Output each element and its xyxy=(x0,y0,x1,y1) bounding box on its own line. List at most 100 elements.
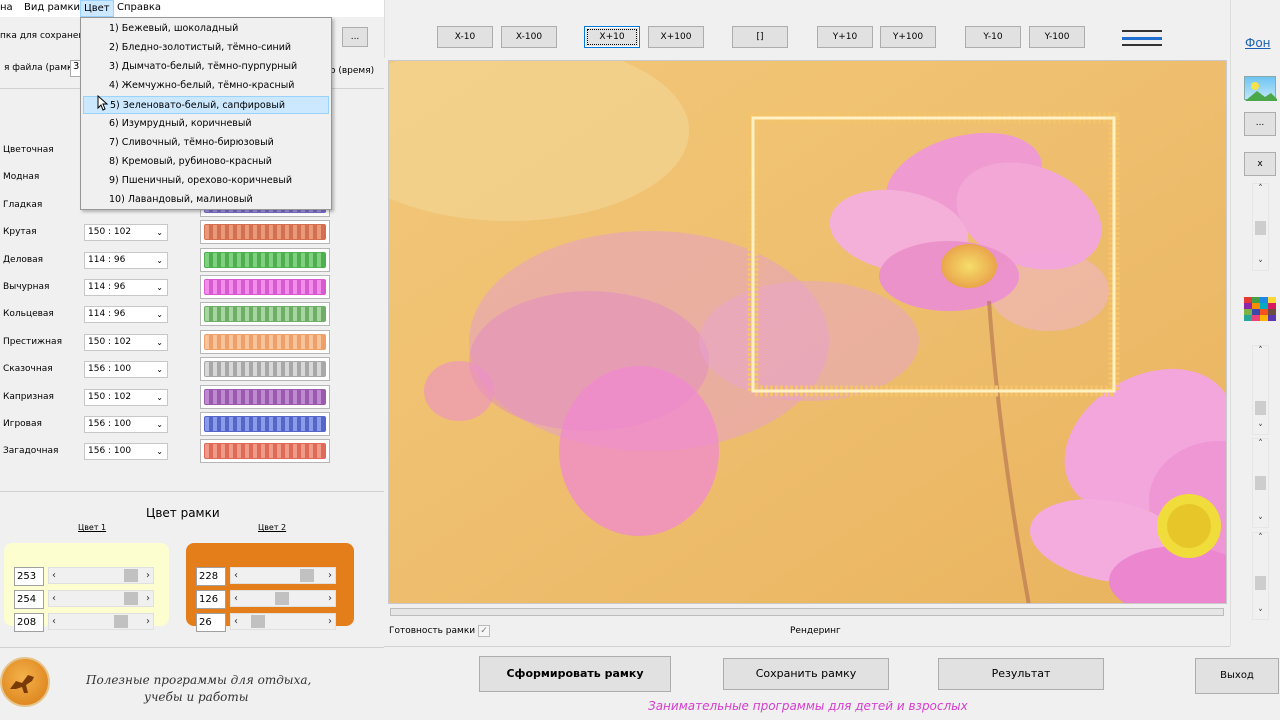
menu-item-help[interactable]: Справка xyxy=(117,2,161,13)
style-preview-swatch[interactable] xyxy=(200,275,330,299)
chevron-left-icon[interactable]: ‹ xyxy=(52,614,56,629)
style-preview-swatch[interactable] xyxy=(200,412,330,436)
chevron-down-icon[interactable]: ˅ xyxy=(1253,609,1268,619)
rgb-slider[interactable]: ‹ › xyxy=(48,613,154,630)
chevron-down-icon[interactable]: ˅ xyxy=(1253,260,1268,270)
move-button[interactable]: Y-10 xyxy=(965,26,1021,48)
build-frame-button[interactable]: Сформировать рамку xyxy=(479,656,671,692)
menu-item-frame-view[interactable]: Вид рамки xyxy=(24,2,80,13)
vertical-scrollbar[interactable]: ˄ ˅ xyxy=(1252,532,1269,620)
chevron-right-icon[interactable]: › xyxy=(146,591,150,606)
chevron-right-icon[interactable]: › xyxy=(146,568,150,583)
scroll-thumb[interactable] xyxy=(1255,476,1266,490)
color-scheme-item[interactable]: 6) Изумрудный, коричневый xyxy=(83,115,329,133)
browse-folder-button[interactable]: ... xyxy=(342,27,368,47)
chevron-up-icon[interactable]: ˄ xyxy=(1253,439,1268,449)
move-button[interactable]: Y-100 xyxy=(1029,26,1085,48)
color-scheme-item[interactable]: 9) Пшеничный, орехово-коричневый xyxy=(83,172,329,190)
rgb-value-field[interactable]: 254 xyxy=(14,590,44,609)
line-thickness-icon[interactable] xyxy=(1114,26,1170,48)
palette-icon[interactable] xyxy=(1244,297,1276,321)
style-size-select[interactable]: 156 : 100 ⌄ xyxy=(84,361,168,379)
chevron-down-icon[interactable]: ˅ xyxy=(1253,517,1268,527)
style-size-select[interactable]: 114 : 96 ⌄ xyxy=(84,306,168,324)
color-scheme-item[interactable]: 5) Зеленовато-белый, сапфировый xyxy=(83,96,329,114)
chevron-right-icon[interactable]: › xyxy=(328,568,332,583)
chevron-up-icon[interactable]: ˄ xyxy=(1253,184,1268,194)
menu-item-color[interactable]: Цвет xyxy=(80,0,114,17)
style-size-select[interactable]: 156 : 100 ⌄ xyxy=(84,416,168,433)
move-button[interactable]: Y+100 xyxy=(880,26,936,48)
background-label[interactable]: Фон xyxy=(1245,36,1271,50)
rgb-value-field[interactable]: 26 xyxy=(196,613,226,632)
style-size-select[interactable]: 150 : 102 ⌄ xyxy=(84,224,168,242)
rgb-slider[interactable]: ‹ › xyxy=(230,567,336,584)
color-scheme-item[interactable]: 10) Лавандовый, малиновый xyxy=(83,191,329,209)
style-preview-swatch[interactable] xyxy=(200,384,330,409)
vertical-scrollbar[interactable]: ˄ ˅ xyxy=(1252,438,1269,528)
color-scheme-item[interactable]: 3) Дымчато-белый, тёмно-пурпурный xyxy=(83,58,329,76)
color-scheme-item[interactable]: 8) Кремовый, рубиново-красный xyxy=(83,153,329,171)
style-preview-swatch[interactable] xyxy=(200,329,330,354)
slider-thumb[interactable] xyxy=(124,569,139,582)
rgb-value-field[interactable]: 126 xyxy=(196,590,226,609)
frame-ready-checkbox[interactable]: ✓ xyxy=(478,625,490,637)
rgb-slider[interactable]: ‹ › xyxy=(48,590,154,607)
rgb-value-field[interactable]: 253 xyxy=(14,567,44,586)
chevron-left-icon[interactable]: ‹ xyxy=(234,591,238,606)
move-button[interactable]: Y+10 xyxy=(817,26,873,48)
slider-thumb[interactable] xyxy=(300,569,315,582)
style-size-select[interactable]: 156 : 100 ⌄ xyxy=(84,443,168,461)
slider-thumb[interactable] xyxy=(113,615,128,628)
slider-thumb[interactable] xyxy=(275,592,290,605)
save-frame-button[interactable]: Сохранить рамку xyxy=(723,658,889,690)
slider-thumb[interactable] xyxy=(124,592,139,605)
move-button[interactable]: [] xyxy=(732,26,788,48)
style-size-select[interactable]: 150 : 102 ⌄ xyxy=(84,333,168,351)
rgb-slider[interactable]: ‹ › xyxy=(230,590,336,607)
chevron-left-icon[interactable]: ‹ xyxy=(234,568,238,583)
move-button[interactable]: X+10 xyxy=(584,26,640,48)
style-size-select[interactable]: 114 : 96 ⌄ xyxy=(84,251,168,269)
slider-thumb[interactable] xyxy=(251,615,266,628)
color-scheme-item[interactable]: 2) Бледно-золотистый, тёмно-синий xyxy=(83,39,329,57)
move-button[interactable]: X-100 xyxy=(501,26,557,48)
chevron-right-icon[interactable]: › xyxy=(146,614,150,629)
move-button[interactable]: X+100 xyxy=(648,26,704,48)
style-size-select[interactable]: 114 : 96 ⌄ xyxy=(84,279,168,296)
rgb-slider[interactable]: ‹ › xyxy=(230,613,336,630)
rgb-value-field[interactable]: 228 xyxy=(196,567,226,586)
vertical-scrollbar[interactable]: ˄ ˅ xyxy=(1252,183,1269,271)
style-size-select[interactable]: 150 : 102 ⌄ xyxy=(84,388,168,406)
chevron-left-icon[interactable]: ‹ xyxy=(52,591,56,606)
chevron-right-icon[interactable]: › xyxy=(328,614,332,629)
rgb-slider[interactable]: ‹ › xyxy=(48,567,154,584)
background-image-icon[interactable] xyxy=(1244,76,1277,101)
color-scheme-item[interactable]: 4) Жемчужно-белый, тёмно-красный xyxy=(83,77,329,95)
color-scheme-item[interactable]: 7) Сливочный, тёмно-бирюзовый xyxy=(83,134,329,152)
style-preview-swatch[interactable] xyxy=(200,439,330,464)
exit-button[interactable]: Выход xyxy=(1195,658,1279,694)
menu-item-file[interactable]: на xyxy=(0,2,13,13)
style-preview-swatch[interactable] xyxy=(200,220,330,245)
chevron-up-icon[interactable]: ˄ xyxy=(1253,346,1268,356)
chevron-up-icon[interactable]: ˄ xyxy=(1253,533,1268,543)
result-button[interactable]: Результат xyxy=(938,658,1104,690)
style-preview-swatch[interactable] xyxy=(200,247,330,272)
scroll-thumb[interactable] xyxy=(1255,401,1266,415)
background-browse-button[interactable]: ... xyxy=(1244,112,1276,136)
chevron-right-icon[interactable]: › xyxy=(328,591,332,606)
scroll-thumb[interactable] xyxy=(1255,221,1266,235)
chevron-left-icon[interactable]: ‹ xyxy=(234,614,238,629)
scroll-thumb[interactable] xyxy=(1255,576,1266,590)
move-button[interactable]: X-10 xyxy=(437,26,493,48)
color-scheme-item[interactable]: 1) Бежевый, шоколадный xyxy=(83,20,329,38)
chevron-left-icon[interactable]: ‹ xyxy=(52,568,56,583)
chevron-down-icon[interactable]: ˅ xyxy=(1253,424,1268,434)
style-preview-swatch[interactable] xyxy=(200,357,330,382)
style-preview-swatch[interactable] xyxy=(200,302,330,327)
vertical-scrollbar[interactable]: ˄ ˅ xyxy=(1252,345,1269,435)
rgb-value-field[interactable]: 208 xyxy=(14,613,44,632)
background-clear-button[interactable]: x xyxy=(1244,152,1276,176)
preview-canvas[interactable] xyxy=(388,60,1227,604)
